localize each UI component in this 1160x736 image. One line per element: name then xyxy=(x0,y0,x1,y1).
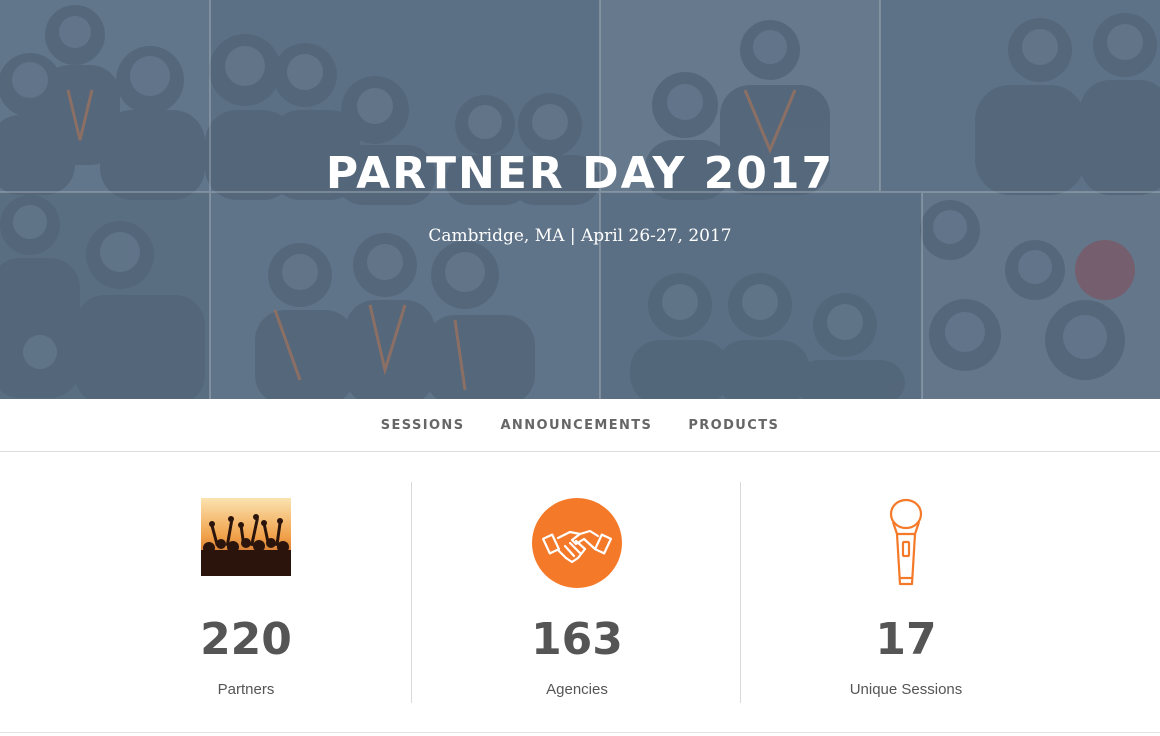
hero-banner: PARTNER DAY 2017 Cambridge, MA | April 2… xyxy=(0,0,1160,399)
stat-label-sessions: Unique Sessions xyxy=(849,681,963,698)
stats-section: 220 Partners 163 Agencies 17 Unique Sess… xyxy=(0,452,1160,736)
stat-partners: 220 Partners xyxy=(81,452,411,736)
nav-link-products[interactable]: PRODUCTS xyxy=(688,418,779,433)
nav-link-announcements[interactable]: ANNOUNCEMENTS xyxy=(500,418,652,433)
page-title: PARTNER DAY 2017 xyxy=(325,148,835,199)
stat-value-agencies: 163 xyxy=(531,614,623,665)
event-location-date: Cambridge, MA | April 26-27, 2017 xyxy=(428,226,732,246)
stat-value-partners: 220 xyxy=(200,614,292,665)
crowd-photo-icon xyxy=(201,498,291,576)
nav-link-sessions[interactable]: SESSIONS xyxy=(381,418,465,433)
stat-value-sessions: 17 xyxy=(875,614,937,665)
stat-sessions: 17 Unique Sessions xyxy=(741,452,1071,736)
stat-label-agencies: Agencies xyxy=(546,681,608,698)
handshake-icon xyxy=(532,498,622,588)
stat-agencies: 163 Agencies xyxy=(412,452,742,736)
stat-label-partners: Partners xyxy=(217,681,275,698)
microphone-icon xyxy=(889,498,923,586)
photo-collage-background xyxy=(0,0,1160,399)
section-bottom-border xyxy=(0,732,1160,733)
section-nav: SESSIONS ANNOUNCEMENTS PRODUCTS xyxy=(0,399,1160,452)
